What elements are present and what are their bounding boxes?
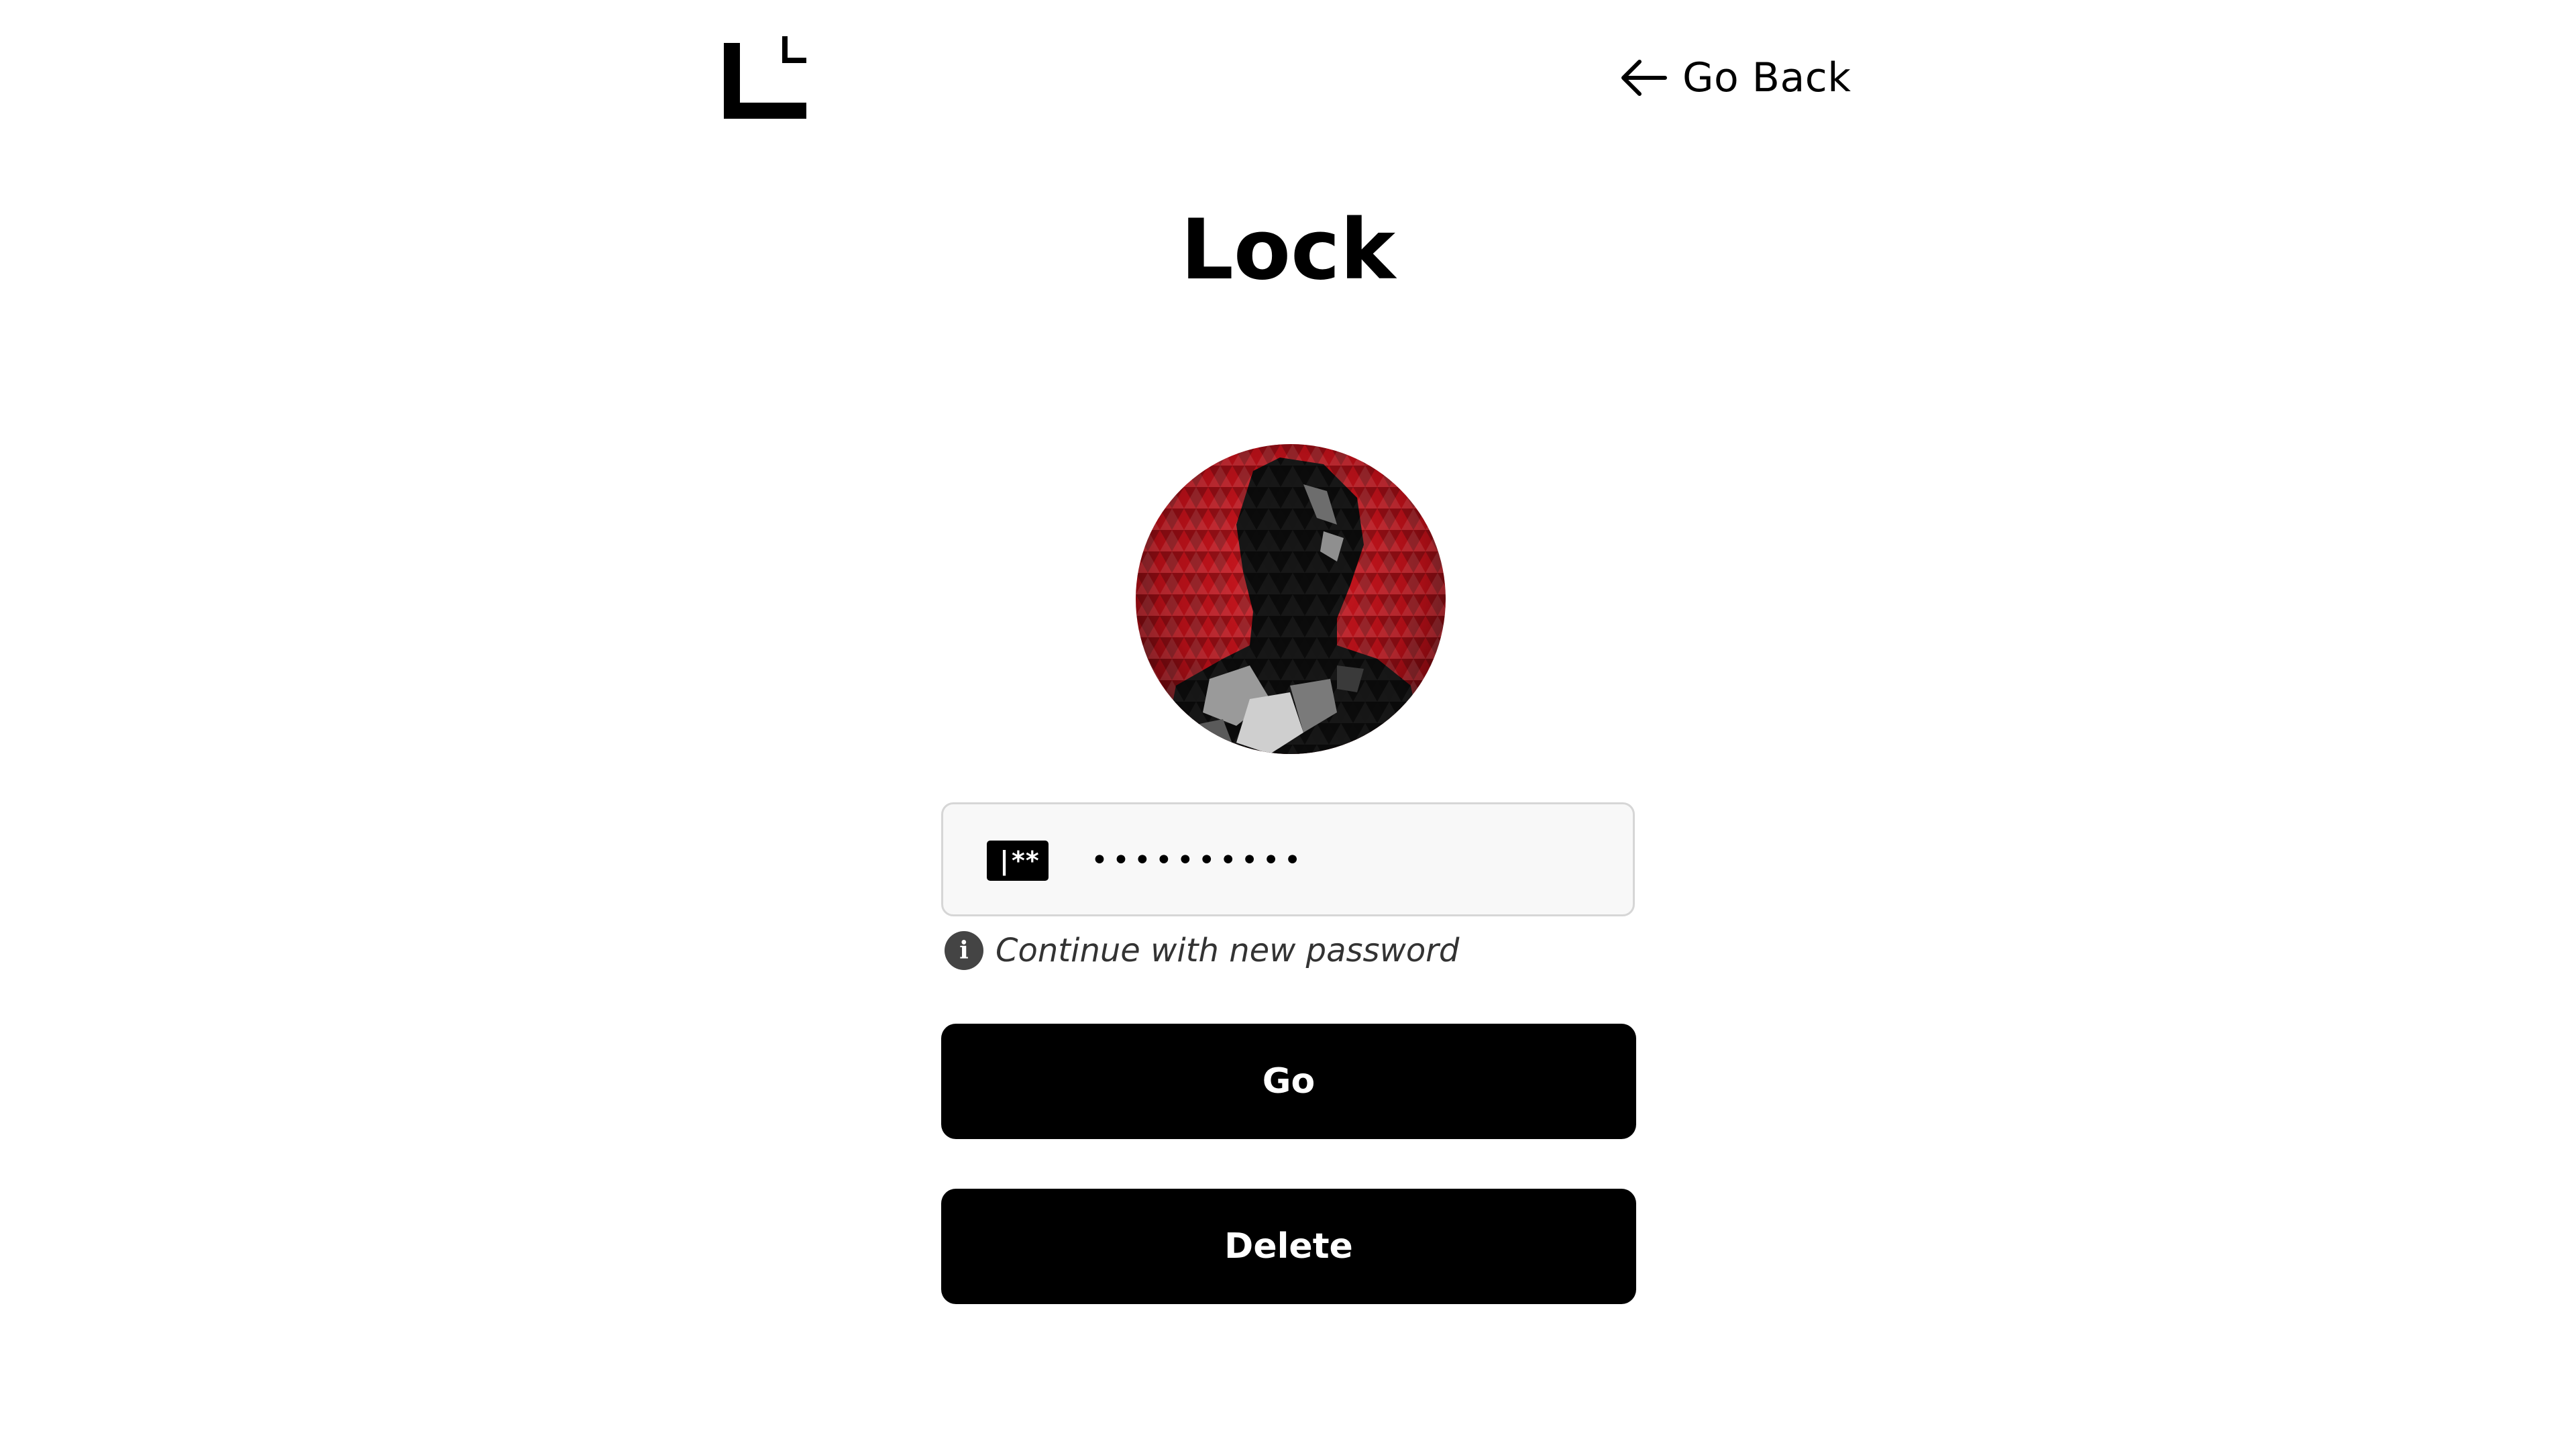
page-title: Lock bbox=[1180, 202, 1396, 299]
password-field-icon: |** bbox=[987, 841, 1049, 881]
pixelated-profile-photo-icon bbox=[1136, 444, 1446, 754]
go-back-label: Go Back bbox=[1682, 54, 1851, 101]
go-button[interactable]: Go bbox=[941, 1024, 1636, 1139]
lock-page: Go Back Lock |** •••••••••• i Continue w… bbox=[0, 0, 2576, 1449]
corner-bracket-logo-icon bbox=[724, 36, 806, 119]
avatar bbox=[1136, 444, 1446, 754]
password-input[interactable] bbox=[1091, 831, 1601, 889]
info-icon: i bbox=[945, 931, 983, 970]
password-hint: i Continue with new password bbox=[945, 931, 1459, 970]
password-field: |** bbox=[941, 802, 1635, 916]
arrow-left-icon bbox=[1621, 60, 1667, 96]
go-back-link[interactable]: Go Back bbox=[1619, 51, 1851, 105]
hint-text: Continue with new password bbox=[996, 932, 1460, 969]
logo bbox=[724, 36, 806, 119]
delete-button[interactable]: Delete bbox=[941, 1189, 1636, 1304]
